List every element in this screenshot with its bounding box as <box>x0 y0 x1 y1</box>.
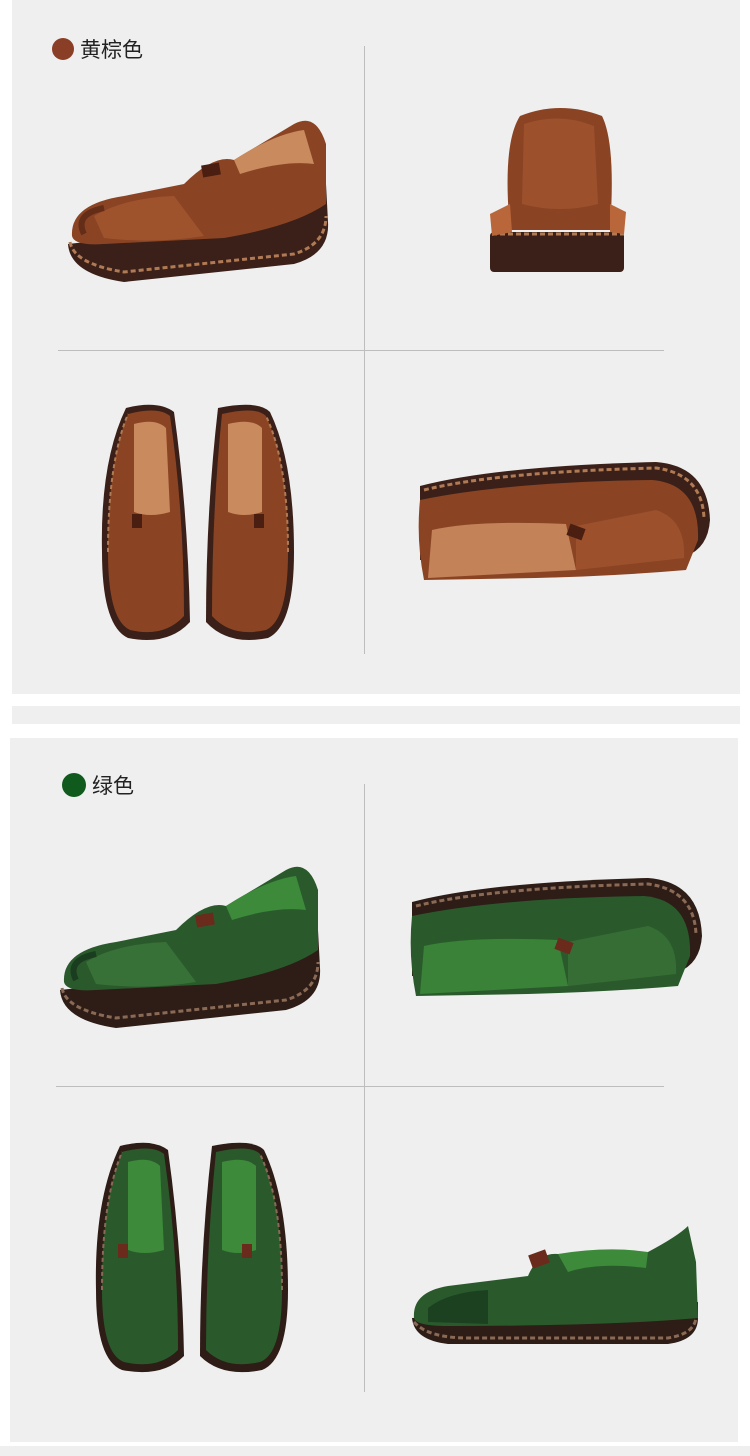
brown-top-right-shoe <box>206 404 294 640</box>
brown-color-name: 黄棕色 <box>80 38 143 62</box>
green-color-name: 绿色 <box>92 774 134 798</box>
grid-divider-vertical <box>364 784 365 1392</box>
brown-variant-panel: 黄棕色 <box>12 0 740 694</box>
green-shoe-sole-side-view <box>408 876 704 1006</box>
brown-shoe-heel-view <box>490 104 630 279</box>
green-swatch-dot <box>62 773 86 797</box>
brown-shoe-sole-side-view <box>416 460 712 590</box>
green-top-left-shoe <box>95 1142 184 1373</box>
brown-swatch-dot <box>52 38 74 60</box>
bottom-separator <box>0 1446 750 1456</box>
brown-top-left-shoe <box>101 404 190 640</box>
grid-divider-horizontal <box>56 1086 664 1087</box>
section-separator <box>12 706 740 724</box>
green-shoe-side-view-right <box>408 1222 702 1352</box>
green-variant-panel: 绿色 <box>10 738 738 1442</box>
green-shoe-side-view <box>56 850 326 1040</box>
green-top-right-shoe <box>200 1142 288 1373</box>
brown-color-label: 黄棕色 <box>52 34 143 64</box>
brown-shoe-side-view <box>64 104 334 294</box>
grid-divider-horizontal <box>58 350 664 351</box>
green-color-label: 绿色 <box>62 770 134 800</box>
brown-shoe-top-pair-view <box>98 402 298 647</box>
green-shoe-top-pair-view <box>92 1140 292 1380</box>
